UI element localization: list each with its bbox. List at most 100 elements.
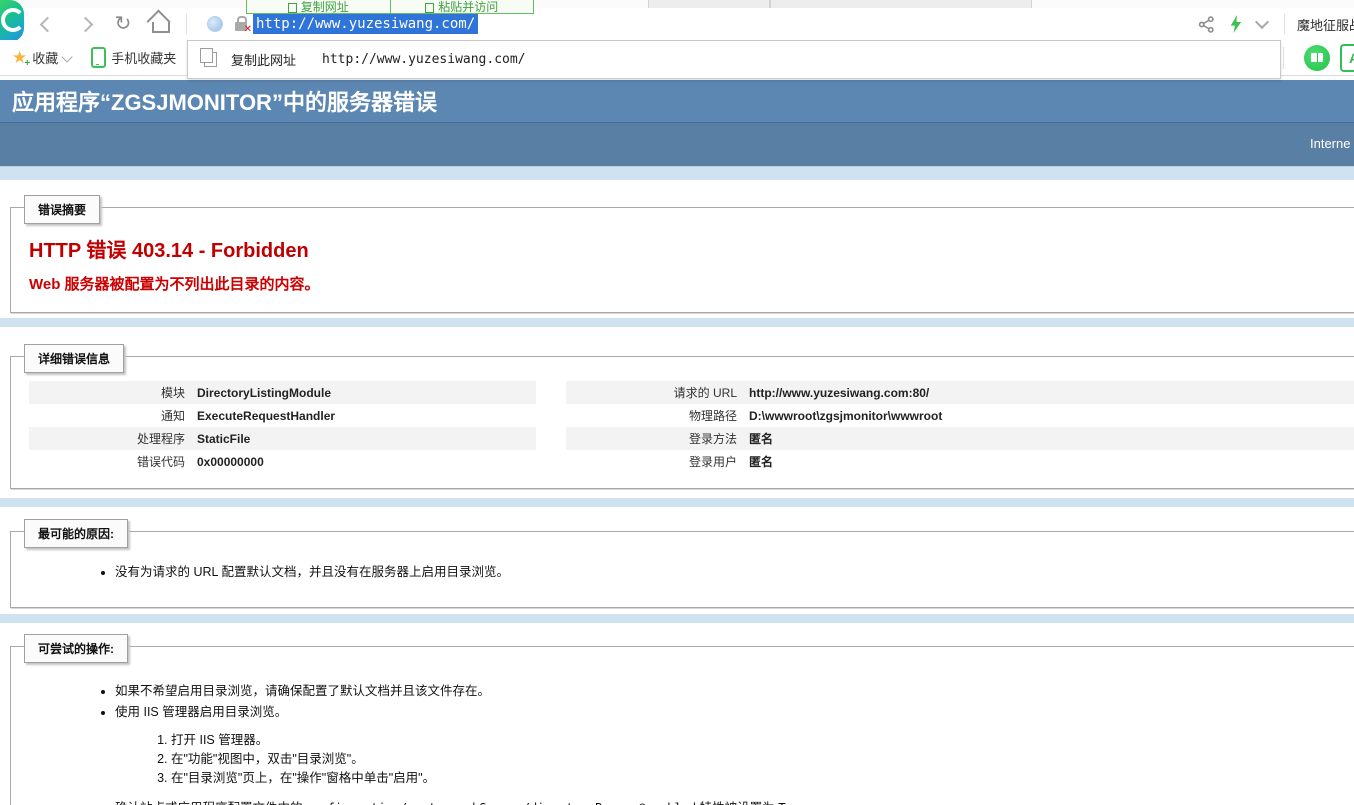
mobile-favorites-button[interactable]: 手机收藏夹 <box>111 48 176 67</box>
paste-go-label: 粘贴并访问 <box>438 1 498 13</box>
copy-icon <box>204 52 217 67</box>
row-value: 匿名 <box>743 427 1354 450</box>
error-page-header: 应用程序“ZGSJMONITOR”中的服务器错误 <box>0 80 1354 122</box>
detailed-info-container: 详细错误信息 模块 DirectoryListingModule 通知 Exec… <box>0 327 1354 498</box>
lightning-icon <box>1229 15 1243 33</box>
list-item: 如果不希望启用目录浏览，请确保配置了默认文档并且该文件存在。 <box>115 683 1354 700</box>
table-row: 物理路径 D:\wwwroot\zgsjmonitor\wwwroot <box>566 404 1354 427</box>
row-label: 请求的 URL <box>566 381 743 404</box>
speed-mode-button[interactable] <box>1229 15 1243 33</box>
reload-button[interactable]: ↻ <box>108 11 138 37</box>
things-to-try-legend: 可尝试的操作: <box>24 634 128 663</box>
copy-url-panel: 复制此网址 http://www.yuzesiwang.com/ <box>187 40 1281 79</box>
copy-url-button[interactable]: 复制网址 <box>247 0 390 13</box>
home-icon <box>152 22 170 33</box>
detail-table-left: 模块 DirectoryListingModule 通知 ExecuteRequ… <box>29 381 536 473</box>
favorites-chevron-icon[interactable] <box>62 51 73 62</box>
share-button[interactable] <box>1198 16 1215 33</box>
row-label: 登录用户 <box>566 450 743 473</box>
detail-table-right: 请求的 URL http://www.yuzesiwang.com:80/ 物理… <box>566 381 1354 473</box>
row-value: D:\wwwroot\zgsjmonitor\wwwroot <box>743 404 1354 427</box>
favorites-button[interactable]: 收藏 <box>32 48 58 67</box>
translate-icon[interactable]: A <box>1340 44 1354 72</box>
iis-steps-list: 打开 IIS 管理器。 在"功能"视图中，双击"目录浏览"。 在"目录浏览"页上… <box>153 732 1354 787</box>
back-button[interactable] <box>32 11 62 37</box>
row-value: 匿名 <box>743 450 1354 473</box>
table-row: 登录用户 匿名 <box>566 450 1354 473</box>
mobile-favorites-icon <box>91 47 106 68</box>
likely-causes-container: 最可能的原因: 没有为请求的 URL 配置默认文档，并且没有在服务器上启用目录浏… <box>0 507 1354 614</box>
copy-panel-label[interactable]: 复制此网址 <box>231 50 296 69</box>
server-version-bar: Interne <box>0 122 1354 167</box>
forward-icon <box>77 16 93 32</box>
bookmark-item-label[interactable]: 魔地征服战 <box>1297 15 1354 34</box>
forward-button[interactable] <box>70 11 100 37</box>
copy-url-icon <box>288 3 297 13</box>
error-title: HTTP 错误 403.14 - Forbidden <box>29 234 1354 263</box>
browser-toolbar: ↻ ✕ http://www.yuzesiwang.com/ <box>0 8 1354 40</box>
reload-icon: ↻ <box>115 14 132 34</box>
row-label: 登录方法 <box>566 427 743 450</box>
table-row: 请求的 URL http://www.yuzesiwang.com:80/ <box>566 381 1354 404</box>
things-to-try-container: 可尝试的操作: 如果不希望启用目录浏览，请确保配置了默认文档并且该文件存在。 使… <box>0 623 1354 805</box>
toolbar-menu-button[interactable] <box>1257 21 1267 27</box>
list-item: 在"功能"视图中，双击"目录浏览"。 <box>171 751 1354 768</box>
address-bar-input[interactable]: http://www.yuzesiwang.com/ <box>253 14 478 34</box>
book-icon <box>1311 53 1323 62</box>
server-version-label: Interne <box>1310 136 1350 151</box>
things-to-try-list: 确认站点或应用程序配置文件中的 configuration/system.web… <box>99 800 1354 805</box>
list-item: 确认站点或应用程序配置文件中的 configuration/system.web… <box>115 800 1354 805</box>
toolbar-divider <box>186 14 187 34</box>
row-label: 错误代码 <box>29 450 191 473</box>
text-segment: 特性被设置为 True。 <box>696 801 816 805</box>
toolbar-divider <box>1284 14 1285 34</box>
likely-causes-list: 没有为请求的 URL 配置默认文档，并且没有在服务器上启用目录浏览。 <box>99 564 1354 581</box>
table-row: 通知 ExecuteRequestHandler <box>29 404 536 427</box>
likely-causes-legend: 最可能的原因: <box>24 519 128 548</box>
home-button[interactable] <box>146 11 176 37</box>
copy-panel-url[interactable]: http://www.yuzesiwang.com/ <box>322 52 526 67</box>
table-row: 登录方法 匿名 <box>566 427 1354 450</box>
error-summary-legend: 错误摘要 <box>24 195 100 224</box>
table-row: 错误代码 0x00000000 <box>29 450 536 473</box>
share-icon <box>1198 16 1215 33</box>
page-title: 应用程序“ZGSJMONITOR”中的服务器错误 <box>12 85 437 117</box>
row-value: ExecuteRequestHandler <box>191 404 536 427</box>
chevron-down-icon <box>1255 15 1269 29</box>
back-icon <box>39 16 55 32</box>
list-item: 打开 IIS 管理器。 <box>171 732 1354 749</box>
error-summary-container: 错误摘要 HTTP 错误 403.14 - Forbidden Web 服务器被… <box>0 180 1354 318</box>
row-value: DirectoryListingModule <box>191 381 536 404</box>
url-context-popup: 复制网址 粘贴并访问 <box>246 0 534 14</box>
things-to-try-list: 如果不希望启用目录浏览，请确保配置了默认文档并且该文件存在。 使用 IIS 管理… <box>99 683 1354 721</box>
browser-logo-icon[interactable] <box>0 0 24 42</box>
paste-and-go-button[interactable]: 粘贴并访问 <box>390 0 534 13</box>
list-item: 没有为请求的 URL 配置默认文档，并且没有在服务器上启用目录浏览。 <box>115 564 1354 581</box>
browser-chrome: 复制网址 粘贴并访问 ↻ ✕ http://www.yuzesiwang.com… <box>0 0 1354 80</box>
table-row: 模块 DirectoryListingModule <box>29 381 536 404</box>
error-summary-fieldset: 错误摘要 HTTP 错误 403.14 - Forbidden Web 服务器被… <box>10 207 1354 313</box>
paste-go-icon <box>425 3 434 13</box>
detailed-info-fieldset: 详细错误信息 模块 DirectoryListingModule 通知 Exec… <box>10 356 1354 489</box>
error-subtitle: Web 服务器被配置为不列出此目录的内容。 <box>29 273 1354 294</box>
table-row: 处理程序 StaticFile <box>29 427 536 450</box>
row-value: StaticFile <box>191 427 536 450</box>
row-label: 通知 <box>29 404 191 427</box>
favorites-star-icon: ★+ <box>12 49 27 66</box>
config-code: configuration/system.webServer/directory… <box>306 801 696 805</box>
site-info-icon[interactable] <box>207 16 223 32</box>
row-value: 0x00000000 <box>191 450 536 473</box>
row-label: 处理程序 <box>29 427 191 450</box>
page-content: 应用程序“ZGSJMONITOR”中的服务器错误 Interne 错误摘要 HT… <box>0 80 1354 805</box>
bookmarks-divider <box>1283 47 1284 69</box>
list-item: 在"目录浏览"页上，在"操作"窗格中单击"启用"。 <box>171 770 1354 787</box>
tab-bar[interactable] <box>0 0 1354 8</box>
likely-causes-fieldset: 最可能的原因: 没有为请求的 URL 配置默认文档，并且没有在服务器上启用目录浏… <box>10 531 1354 608</box>
row-label: 模块 <box>29 381 191 404</box>
things-to-try-fieldset: 可尝试的操作: 如果不希望启用目录浏览，请确保配置了默认文档并且该文件存在。 使… <box>10 646 1354 805</box>
insecure-lock-icon[interactable]: ✕ <box>235 22 247 31</box>
detailed-info-legend: 详细错误信息 <box>24 344 124 373</box>
row-value: http://www.yuzesiwang.com:80/ <box>743 381 1354 404</box>
text-segment: 确认站点或应用程序配置文件中的 <box>115 801 306 805</box>
reader-mode-button[interactable] <box>1304 45 1330 71</box>
